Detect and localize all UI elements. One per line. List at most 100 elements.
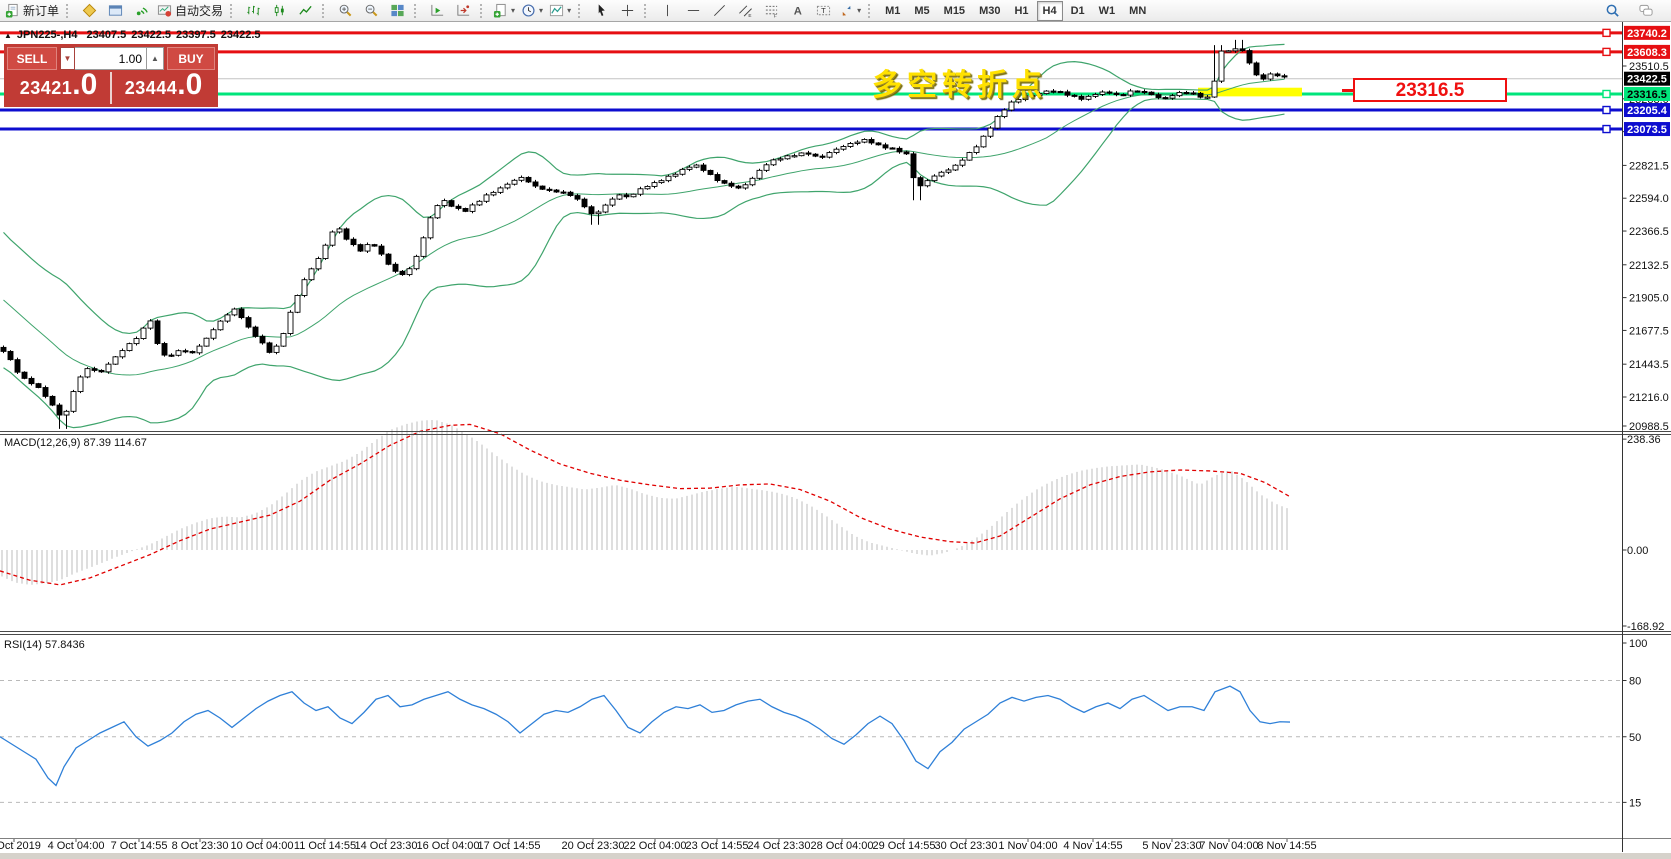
vertical-line-tool-button[interactable] [654,1,680,21]
signals-button[interactable] [128,1,154,21]
text-label-tool-button[interactable]: T [810,1,836,21]
candle-body [92,369,97,371]
channel-tool-button[interactable]: E [732,1,758,21]
timeframe-m15-button[interactable]: M15 [938,1,971,21]
periods-button[interactable]: ▾ [518,1,546,21]
auto-scroll-button[interactable] [424,1,450,21]
title-symbol-period: JPN225-,H4 [17,29,78,41]
search-button[interactable] [1599,1,1625,21]
line-chart-button[interactable] [292,1,318,21]
bid-price-main: 23421 [20,78,73,99]
macd-indicator-label: MACD(12,26,9) 87.39 114.67 [4,437,147,449]
candle-body [1219,51,1224,81]
candle-body [526,177,531,182]
vertical-line-icon [660,3,675,18]
line-handle[interactable] [1603,90,1610,97]
candle-body [1135,91,1140,92]
candle-body [750,178,755,184]
candle-body [1086,96,1091,99]
candle-body [1072,95,1077,96]
candle-body [442,201,447,206]
candle-body [365,245,370,251]
marker-price-label: 23316.5 [1627,89,1667,101]
line-handle[interactable] [1603,107,1610,114]
chat-button[interactable] [1633,1,1659,21]
candle-body [729,183,734,186]
market-watch-button[interactable] [76,1,102,21]
timeframe-d1-button[interactable]: D1 [1065,1,1091,21]
candle-body [883,145,888,148]
text-label-icon: T [816,3,831,18]
volume-decrease-button[interactable]: ▼ [60,47,75,70]
candle-body [701,165,706,170]
candlestick-chart-button[interactable] [266,1,292,21]
candle-body [505,184,510,188]
volume-increase-button[interactable]: ▲ [147,47,164,70]
line-handle[interactable] [1603,48,1610,55]
crosshair-tool-button[interactable] [614,1,640,21]
timeframe-h1-button[interactable]: H1 [1008,1,1034,21]
turning-point-annotation[interactable]: 多空转折点 [872,60,1047,104]
tile-windows-button[interactable] [384,1,410,21]
chart-canvas[interactable]: 23510.523283.023055.522821.522594.022366… [0,0,1671,859]
time-axis-label: 2 Oct 2019 [0,840,41,852]
buy-button[interactable]: BUY [167,47,215,70]
new-order-button[interactable]: 新订单 [2,1,62,21]
candle-body [1282,76,1287,77]
toolbar-grip [230,4,236,18]
bar-chart-button[interactable] [240,1,266,21]
candle-body [393,264,398,271]
candle-body [631,194,636,197]
cursor-tool-button[interactable] [588,1,614,21]
candle-body [694,165,699,167]
candle-body [1233,49,1238,51]
candle-body [778,159,783,160]
autotrading-button[interactable]: 自动交易 [154,1,226,21]
text-tool-button[interactable]: A [784,1,810,21]
zoom-in-button[interactable] [332,1,358,21]
candle-body [799,153,804,156]
timeframe-m1-button[interactable]: M1 [879,1,906,21]
candle-body [939,172,944,176]
candle-body [1254,63,1259,75]
candle-body [617,195,622,199]
line-handle[interactable] [1603,29,1610,36]
zoom-out-button[interactable] [358,1,384,21]
sell-button[interactable]: SELL [7,47,57,70]
marker-price-label: 23422.5 [1627,74,1667,86]
chevron-down-icon: ▾ [567,6,571,15]
terminal-window-button[interactable] [102,1,128,21]
candle-body [1184,92,1189,93]
ask-price-button[interactable]: 23444 .0 [110,72,215,104]
timeframe-mn-button[interactable]: MN [1123,1,1152,21]
timeframe-w1-button[interactable]: W1 [1093,1,1122,21]
fibonacci-tool-button[interactable]: F [758,1,784,21]
y-axis-tick-label: 21216.0 [1629,392,1669,404]
candle-body [1107,92,1112,93]
volume-input[interactable] [75,47,147,70]
horizontal-line-tool-button[interactable] [680,1,706,21]
time-axis-label: 8 Oct 23:30 [172,840,229,852]
line-handle[interactable] [1603,126,1610,133]
toolbar-grip [414,4,420,18]
candle-body [869,139,874,142]
candle-body [491,192,496,195]
templates-button[interactable]: ▾ [546,1,574,21]
chart-shift-button[interactable] [450,1,476,21]
timeframe-m30-button[interactable]: M30 [973,1,1006,21]
candle-body [953,165,958,170]
arrows-icon [839,3,854,18]
price-callout-label[interactable]: 23316.5 [1353,78,1507,102]
candle-body [288,312,293,333]
trendline-tool-button[interactable] [706,1,732,21]
timeframe-h4-button[interactable]: H4 [1037,1,1063,21]
new-chart-button[interactable]: ▾ [490,1,518,21]
time-axis-label: 23 Oct 14:55 [686,840,749,852]
time-axis-label: 28 Oct 04:00 [811,840,874,852]
candle-body [274,346,279,352]
bid-price-button[interactable]: 23421 .0 [7,72,110,104]
arrows-tool-button[interactable]: ▾ [836,1,864,21]
candle-body [1128,91,1133,95]
candle-body [1261,75,1266,79]
timeframe-m5-button[interactable]: M5 [908,1,935,21]
